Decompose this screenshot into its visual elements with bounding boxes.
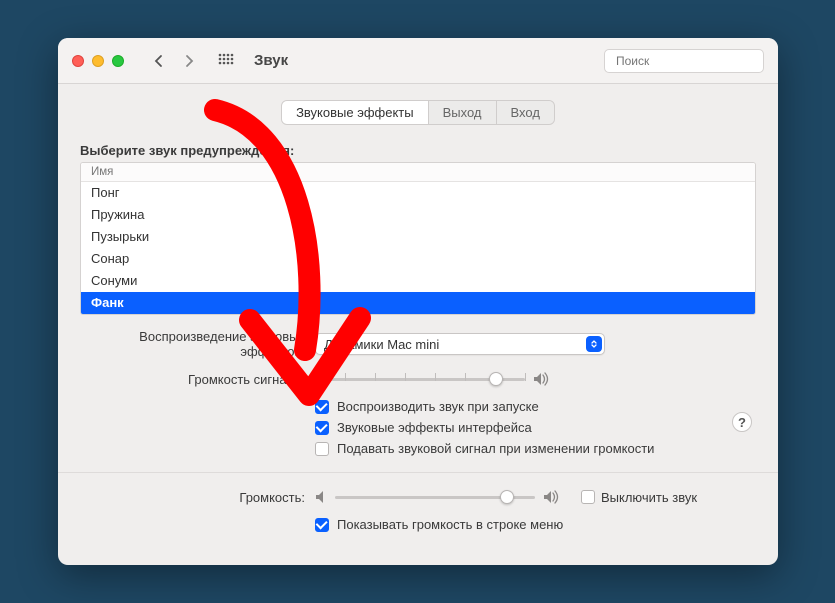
titlebar: Звук (58, 38, 778, 84)
preferences-window: Звук Звуковые эффекты Выход Вход Выберит… (58, 38, 778, 565)
list-item[interactable]: Пружина (81, 204, 755, 226)
checkbox-icon (581, 490, 595, 504)
mute-checkbox[interactable]: Выключить звук (581, 490, 697, 505)
search-input[interactable] (616, 54, 771, 68)
list-item[interactable]: Сонуми (81, 270, 755, 292)
checkbox-label: Подавать звуковой сигнал при изменении г… (337, 441, 654, 456)
tab-sound-effects[interactable]: Звуковые эффекты (282, 101, 429, 124)
list-item[interactable]: Понг (81, 182, 755, 204)
show-all-button[interactable] (214, 49, 238, 73)
chevron-left-icon (153, 54, 163, 68)
minimize-button[interactable] (92, 55, 104, 67)
tab-segment: Звуковые эффекты Выход Вход (281, 100, 555, 125)
checkbox-icon (315, 421, 329, 435)
checkbox-label: Воспроизводить звук при запуске (337, 399, 539, 414)
volume-high-icon (533, 372, 551, 386)
checkbox-icon (315, 442, 329, 456)
checkbox-play-on-startup[interactable]: Воспроизводить звук при запуске (315, 399, 756, 414)
checkbox-show-in-menubar[interactable]: Показывать громкость в строке меню (315, 517, 756, 532)
list-item[interactable]: Сонар (81, 248, 755, 270)
back-button[interactable] (146, 49, 170, 73)
checkbox-label: Показывать громкость в строке меню (337, 517, 563, 532)
alert-volume-label: Громкость сигнала: (80, 372, 305, 387)
chevron-right-icon (185, 54, 195, 68)
playback-device-select[interactable]: Динамики Mac mini (315, 333, 605, 355)
window-title: Звук (254, 52, 288, 69)
slider-thumb[interactable] (489, 372, 503, 386)
content-area: Звуковые эффекты Выход Вход Выберите зву… (58, 84, 778, 532)
output-volume-label: Громкость: (80, 490, 305, 505)
mute-label: Выключить звук (601, 490, 697, 505)
forward-button[interactable] (178, 49, 202, 73)
alert-volume-row: Громкость сигнала: (80, 369, 756, 389)
tab-input[interactable]: Вход (497, 101, 554, 124)
checkbox-icon (315, 400, 329, 414)
list-item[interactable]: Фанк (81, 292, 755, 314)
volume-high-icon (543, 490, 561, 504)
output-volume-slider[interactable] (335, 487, 535, 507)
tab-output[interactable]: Выход (429, 101, 497, 124)
checkbox-ui-effects[interactable]: Звуковые эффекты интерфейса (315, 420, 756, 435)
chevron-updown-icon (589, 339, 599, 349)
checkbox-volume-feedback[interactable]: Подавать звуковой сигнал при изменении г… (315, 441, 756, 456)
tabbar: Звуковые эффекты Выход Вход (80, 100, 756, 125)
checkbox-label: Звуковые эффекты интерфейса (337, 420, 532, 435)
playback-device-value: Динамики Mac mini (324, 337, 439, 352)
alert-sound-label: Выберите звук предупреждения: (80, 143, 756, 158)
help-button[interactable]: ? (732, 412, 752, 432)
output-volume-row: Громкость: Выключить звук (80, 487, 756, 507)
list-column-header: Имя (81, 163, 755, 182)
playback-device-row: Воспроизведение звуковых эффектов: Динам… (80, 329, 756, 359)
slider-thumb[interactable] (500, 490, 514, 504)
list-item[interactable]: Пузырьки (81, 226, 755, 248)
zoom-button[interactable] (112, 55, 124, 67)
select-caret (586, 336, 602, 352)
alert-sound-list[interactable]: Имя Понг Пружина Пузырьки Сонар Сонуми Ф… (80, 162, 756, 315)
grid-icon (218, 53, 234, 69)
divider (58, 472, 778, 473)
window-controls (72, 55, 124, 67)
close-button[interactable] (72, 55, 84, 67)
search-field[interactable] (604, 49, 764, 73)
playback-device-label: Воспроизведение звуковых эффектов: (80, 329, 305, 359)
volume-low-icon (315, 490, 327, 504)
checkbox-icon (315, 518, 329, 532)
alert-volume-slider[interactable] (315, 369, 525, 389)
